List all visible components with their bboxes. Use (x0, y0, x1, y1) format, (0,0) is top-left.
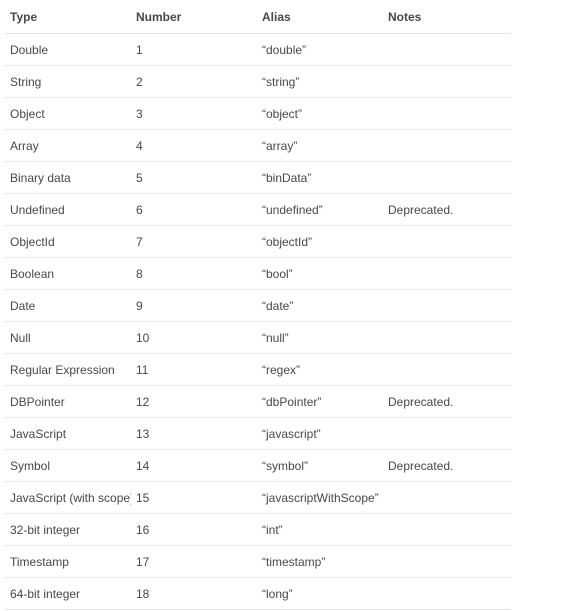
alias-cell: “timestamp” (257, 545, 383, 578)
type-cell: Null (5, 321, 131, 354)
number-cell: 16 (131, 513, 257, 546)
table-row: Regular Expression 11 “regex” (5, 353, 511, 386)
number-cell: 5 (131, 161, 257, 194)
header-row: Type Number Alias Notes (5, 1, 511, 34)
number-cell: 11 (131, 353, 257, 386)
header-notes: Notes (383, 1, 511, 34)
number-cell: 1 (131, 33, 257, 66)
table-row: Boolean 8 “bool” (5, 257, 511, 290)
notes-cell: Deprecated. (383, 385, 511, 418)
table-row: Date 9 “date” (5, 289, 511, 322)
notes-cell (383, 129, 511, 162)
type-cell: Double (5, 33, 131, 66)
table-row: Array 4 “array” (5, 129, 511, 162)
number-cell: 15 (131, 481, 257, 514)
notes-cell (383, 513, 511, 546)
number-cell: 17 (131, 545, 257, 578)
notes-cell (383, 545, 511, 578)
type-cell: String (5, 65, 131, 98)
notes-cell (383, 417, 511, 450)
table-row: Double 1 “double” (5, 33, 511, 66)
number-cell: 12 (131, 385, 257, 418)
table-row: Null 10 “null” (5, 321, 511, 354)
type-cell: ObjectId (5, 225, 131, 258)
alias-cell: “dbPointer” (257, 385, 383, 418)
notes-cell (383, 289, 511, 322)
table-body: Double 1 “double” String 2 “string” Object 3 “ob… (5, 33, 511, 610)
notes-cell (383, 97, 511, 130)
number-cell: 18 (131, 577, 257, 610)
type-cell: Object (5, 97, 131, 130)
notes-cell (383, 33, 511, 66)
number-cell: 10 (131, 321, 257, 354)
notes-cell: Deprecated. (383, 193, 511, 226)
type-cell: Date (5, 289, 131, 322)
number-cell: 6 (131, 193, 257, 226)
notes-cell (383, 577, 511, 610)
header-alias: Alias (257, 1, 383, 34)
table-row: Object 3 “object” (5, 97, 511, 130)
alias-cell: “long” (257, 577, 383, 610)
type-cell: Undefined (5, 193, 131, 226)
alias-cell: “array” (257, 129, 383, 162)
alias-cell: “string” (257, 65, 383, 98)
table-row: Binary data 5 “binData” (5, 161, 511, 194)
number-cell: 4 (131, 129, 257, 162)
type-cell: Regular Expression (5, 353, 131, 386)
header-number: Number (131, 1, 257, 34)
table-row: Timestamp 17 “timestamp” (5, 545, 511, 578)
type-cell: 32-bit integer (5, 513, 131, 546)
number-cell: 2 (131, 65, 257, 98)
alias-cell: “symbol” (257, 449, 383, 482)
notes-cell (383, 481, 511, 514)
notes-cell (383, 161, 511, 194)
type-cell: JavaScript (5, 417, 131, 450)
table-row: Undefined 6 “undefined” Deprecated. (5, 193, 511, 226)
notes-cell (383, 257, 511, 290)
table-header: Type Number Alias Notes (5, 1, 511, 34)
alias-cell: “object” (257, 97, 383, 130)
number-cell: 14 (131, 449, 257, 482)
notes-cell: Deprecated. (383, 449, 511, 482)
number-cell: 3 (131, 97, 257, 130)
notes-cell (383, 353, 511, 386)
type-cell: Timestamp (5, 545, 131, 578)
table-row: String 2 “string” (5, 65, 511, 98)
table-row: JavaScript 13 “javascript” (5, 417, 511, 450)
alias-cell: “int” (257, 513, 383, 546)
alias-cell: “regex” (257, 353, 383, 386)
alias-cell: “objectId” (257, 225, 383, 258)
notes-cell (383, 225, 511, 258)
table-row: DBPointer 12 “dbPointer” Deprecated. (5, 385, 511, 418)
number-cell: 7 (131, 225, 257, 258)
table-row: 32-bit integer 16 “int” (5, 513, 511, 546)
notes-cell (383, 321, 511, 354)
alias-cell: “javascriptWithScope” (257, 481, 383, 514)
table-row: Symbol 14 “symbol” Deprecated. (5, 449, 511, 482)
alias-cell: “null” (257, 321, 383, 354)
number-cell: 9 (131, 289, 257, 322)
type-cell: Array (5, 129, 131, 162)
alias-cell: “double” (257, 33, 383, 66)
type-cell: JavaScript (with scope) (5, 481, 131, 514)
number-cell: 13 (131, 417, 257, 450)
type-cell: 64-bit integer (5, 577, 131, 610)
type-cell: DBPointer (5, 385, 131, 418)
alias-cell: “bool” (257, 257, 383, 290)
alias-cell: “date” (257, 289, 383, 322)
notes-cell (383, 65, 511, 98)
table-row: 64-bit integer 18 “long” (5, 577, 511, 610)
type-cell: Boolean (5, 257, 131, 290)
table-row: ObjectId 7 “objectId” (5, 225, 511, 258)
alias-cell: “undefined” (257, 193, 383, 226)
alias-cell: “binData” (257, 161, 383, 194)
type-cell: Binary data (5, 161, 131, 194)
alias-cell: “javascript” (257, 417, 383, 450)
header-type: Type (5, 1, 131, 34)
type-cell: Symbol (5, 449, 131, 482)
number-cell: 8 (131, 257, 257, 290)
bson-types-table: Type Number Alias Notes Double 1 “double” S… (5, 1, 511, 610)
table-row: JavaScript (with scope) 15 “javascriptWith… (5, 481, 511, 514)
